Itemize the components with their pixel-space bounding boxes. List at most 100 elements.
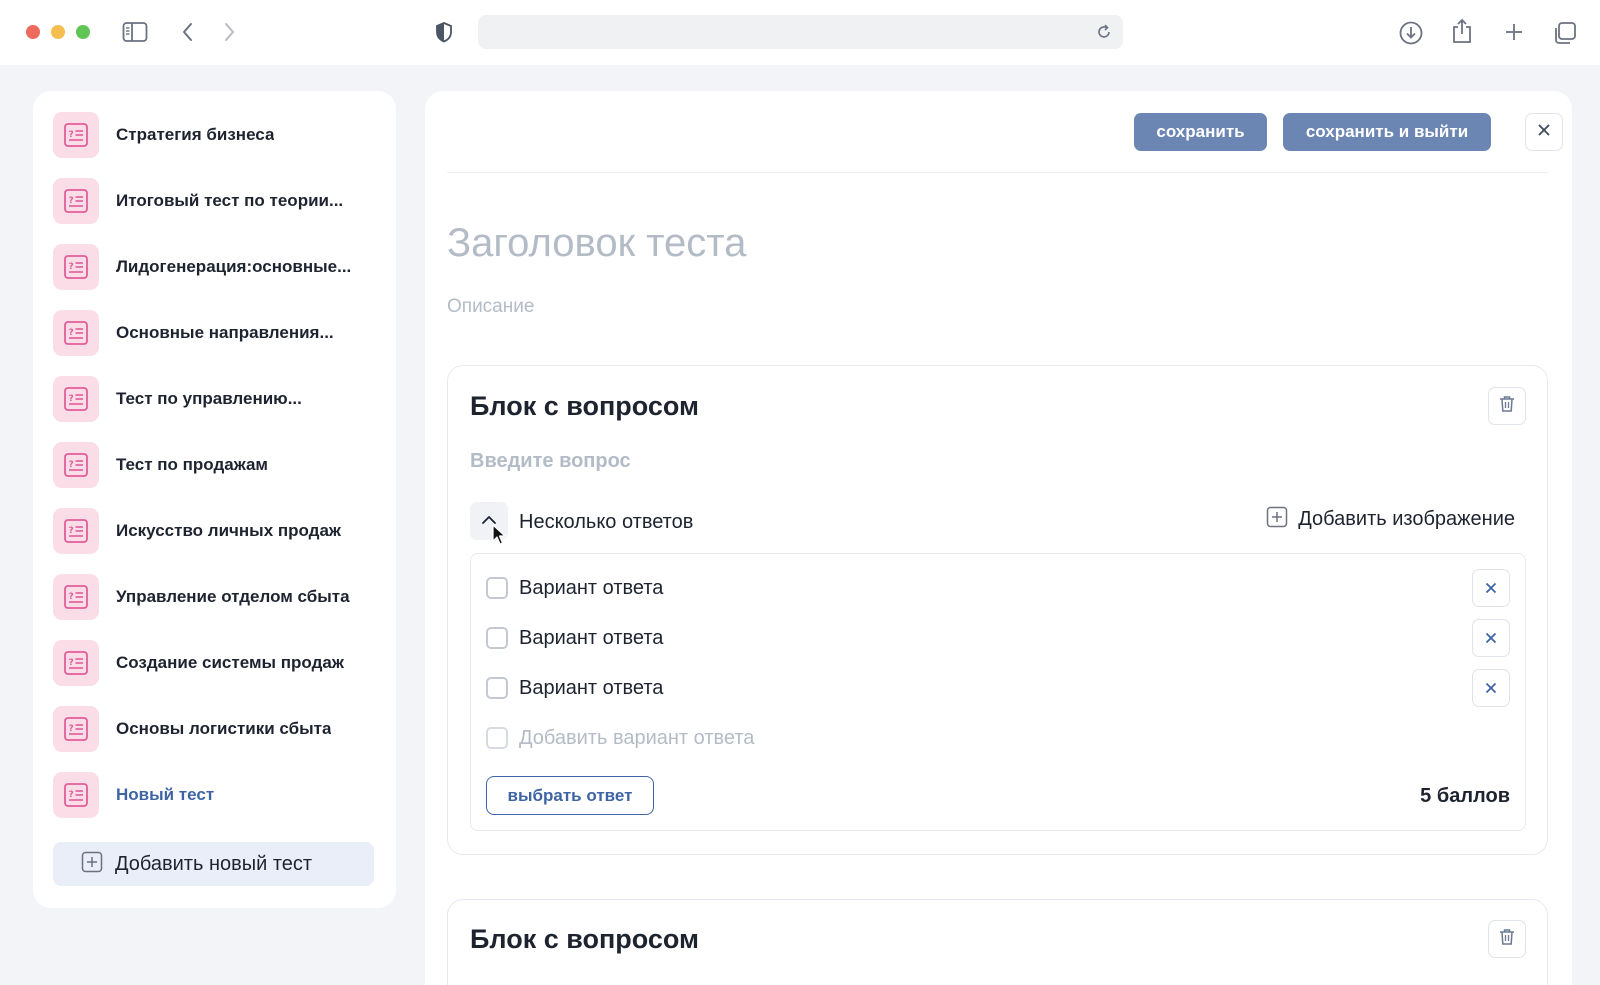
add-new-test-button[interactable]: Добавить новый тест: [53, 842, 374, 886]
question-block: Блок с вопросом Введите вопрос Несколько…: [447, 365, 1548, 855]
svg-text:?: ?: [69, 262, 74, 272]
quiz-icon: ?: [53, 442, 99, 488]
sidebar-item-test[interactable]: ? Лидогенерация:основные...: [53, 244, 373, 290]
svg-text:?: ?: [69, 328, 74, 338]
svg-text:?: ?: [69, 724, 74, 734]
plus-square-icon: [1266, 506, 1288, 533]
add-answer-option: Добавить вариант ответа: [486, 719, 1510, 757]
window-zoom-button[interactable]: [76, 25, 90, 39]
answer-type-label[interactable]: Несколько ответов: [519, 511, 693, 534]
add-image-button[interactable]: Добавить изображение: [1266, 506, 1515, 533]
window-close-button[interactable]: [26, 25, 40, 39]
sidebar-item-test[interactable]: ? Создание системы продаж: [53, 640, 373, 686]
answer-checkbox[interactable]: [486, 727, 508, 749]
browser-toolbar: [0, 0, 1600, 65]
trash-icon: [1499, 928, 1515, 951]
remove-answer-button[interactable]: [1472, 619, 1510, 657]
svg-text:?: ?: [69, 130, 74, 140]
answer-option-text[interactable]: Вариант ответа: [519, 577, 663, 600]
sidebar-item-test[interactable]: ? Стратегия бизнеса: [53, 112, 373, 158]
add-new-test-label: Добавить новый тест: [115, 852, 313, 875]
sidebar-item-label: Тест по продажам: [116, 455, 268, 474]
sidebar-item-test[interactable]: ? Основные направления...: [53, 310, 373, 356]
quiz-icon: ?: [53, 112, 99, 158]
sidebar-item-label: Итоговый тест по теории...: [116, 191, 344, 210]
svg-text:?: ?: [69, 460, 74, 470]
quiz-icon: ?: [53, 376, 99, 422]
answer-checkbox[interactable]: [486, 627, 508, 649]
sidebar-item-label: Создание системы продаж: [116, 653, 344, 672]
quiz-icon: ?: [53, 640, 99, 686]
sidebar-item-test[interactable]: ? Тест по продажам: [53, 442, 373, 488]
save-and-exit-button[interactable]: сохранить и выйти: [1283, 113, 1491, 151]
answer-checkbox[interactable]: [486, 677, 508, 699]
sidebar-item-label: Новый тест: [116, 785, 215, 804]
question-block: Блок с вопросом: [447, 899, 1548, 985]
svg-text:?: ?: [69, 592, 74, 602]
answer-option: Вариант ответа: [486, 569, 1510, 607]
svg-text:?: ?: [69, 790, 74, 800]
shield-icon[interactable]: [434, 21, 454, 43]
window-minimize-button[interactable]: [51, 25, 65, 39]
close-editor-button[interactable]: [1525, 113, 1563, 151]
sidebar-item-test[interactable]: ? Тест по управлению...: [53, 376, 373, 422]
sidebar-item-new-test[interactable]: ? Новый тест: [53, 772, 373, 818]
delete-block-button[interactable]: [1488, 920, 1526, 958]
remove-answer-button[interactable]: [1472, 569, 1510, 607]
test-description-input[interactable]: Описание: [447, 296, 534, 318]
test-editor: сохранить сохранить и выйти Заголовок те…: [425, 91, 1572, 985]
add-image-label: Добавить изображение: [1298, 508, 1515, 530]
svg-text:?: ?: [69, 196, 74, 206]
share-icon[interactable]: [1451, 17, 1473, 45]
sidebar-item-label: Лидогенерация:основные...: [116, 257, 352, 276]
sidebar-item-label: Искусство личных продаж: [116, 521, 341, 540]
quiz-icon: ?: [53, 310, 99, 356]
quiz-icon: ?: [53, 706, 99, 752]
answer-option: Вариант ответа: [486, 619, 1510, 657]
svg-text:?: ?: [69, 526, 74, 536]
quiz-icon: ?: [53, 772, 99, 818]
add-answer-input[interactable]: Добавить вариант ответа: [519, 727, 754, 750]
question-input[interactable]: Введите вопрос: [470, 450, 631, 473]
tabs-overview-icon[interactable]: [1552, 20, 1578, 46]
sidebar-item-test[interactable]: ? Итоговый тест по теории...: [53, 178, 373, 224]
sidebar-item-label: Основные направления...: [116, 323, 334, 342]
reload-icon[interactable]: [1095, 23, 1113, 46]
answer-option: Вариант ответа: [486, 669, 1510, 707]
download-icon[interactable]: [1398, 20, 1424, 46]
question-block-title: Блок с вопросом: [470, 391, 700, 421]
back-icon[interactable]: [180, 21, 196, 43]
delete-block-button[interactable]: [1488, 387, 1526, 425]
svg-text:?: ?: [69, 658, 74, 668]
svg-text:?: ?: [69, 394, 74, 404]
test-title-input[interactable]: Заголовок теста: [447, 221, 746, 266]
sidebar-item-label: Основы логистики сбыта: [116, 719, 332, 738]
points-value: 5 баллов: [1420, 785, 1510, 807]
sidebar-item-test[interactable]: ? Искусство личных продаж: [53, 508, 373, 554]
trash-icon: [1499, 395, 1515, 418]
answers-list: Вариант ответа Вариант ответа Вариант от…: [470, 553, 1526, 831]
remove-answer-button[interactable]: [1472, 669, 1510, 707]
tests-sidebar: ? Стратегия бизнеса ? Итоговый тест по т…: [33, 91, 396, 908]
plus-square-icon: [81, 851, 103, 878]
sidebar-item-test[interactable]: ? Управление отделом сбыта: [53, 574, 373, 620]
toolbar-divider: [447, 172, 1548, 173]
address-bar[interactable]: [478, 15, 1123, 49]
quiz-icon: ?: [53, 574, 99, 620]
sidebar-item-label: Тест по управлению...: [116, 389, 302, 408]
answer-option-text[interactable]: Вариант ответа: [519, 627, 663, 650]
quiz-icon: ?: [53, 178, 99, 224]
quiz-icon: ?: [53, 508, 99, 554]
sidebar-item-label: Стратегия бизнеса: [116, 125, 275, 144]
new-tab-icon[interactable]: [1503, 21, 1525, 43]
choose-answer-button[interactable]: выбрать ответ: [486, 776, 654, 815]
quiz-icon: ?: [53, 244, 99, 290]
save-button[interactable]: сохранить: [1134, 113, 1267, 151]
forward-icon[interactable]: [221, 21, 237, 43]
answer-option-text[interactable]: Вариант ответа: [519, 677, 663, 700]
sidebar-item-test[interactable]: ? Основы логистики сбыта: [53, 706, 373, 752]
close-icon: [1537, 123, 1551, 142]
sidebar-toggle-icon[interactable]: [122, 20, 148, 44]
mouse-cursor-icon: [492, 524, 506, 551]
answer-checkbox[interactable]: [486, 577, 508, 599]
